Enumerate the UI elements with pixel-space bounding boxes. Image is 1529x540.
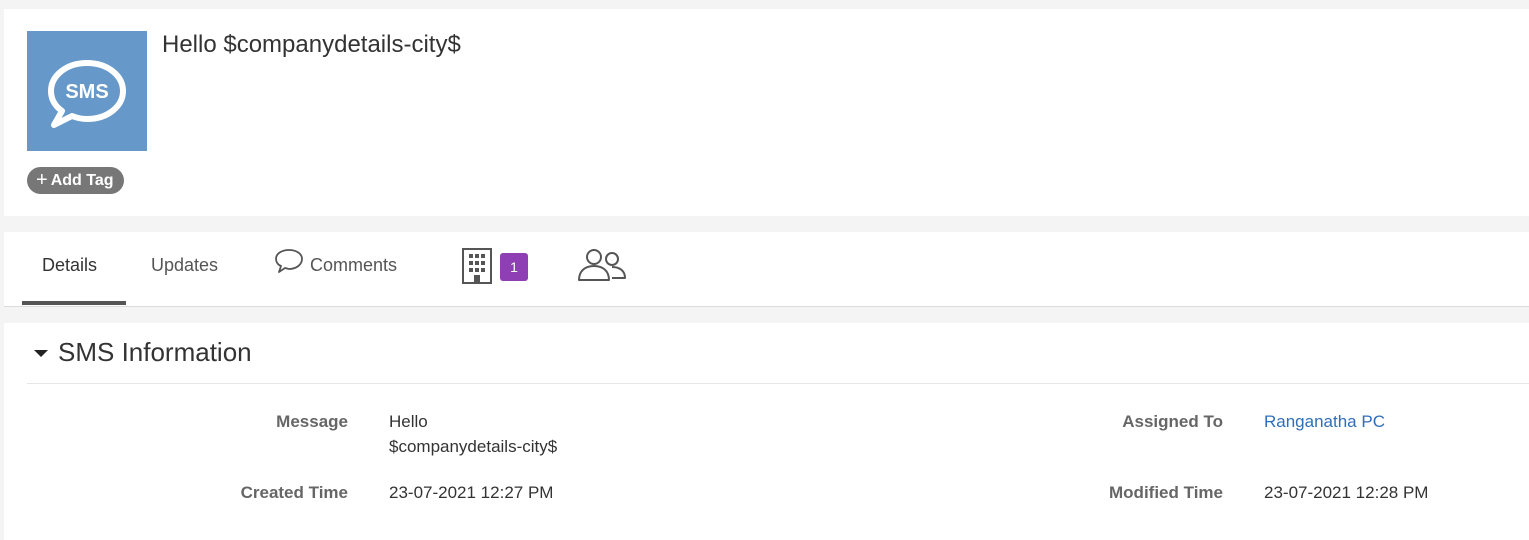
assigned-to-link[interactable]: Ranganatha PC xyxy=(1264,409,1385,434)
svg-text:SMS: SMS xyxy=(65,81,108,103)
section-header-sms-information[interactable]: SMS Information xyxy=(27,323,1529,384)
building-icon xyxy=(462,248,492,284)
comment-bubble-icon xyxy=(275,249,303,273)
field-label-assigned-to: Assigned To xyxy=(1122,412,1223,431)
field-label-message: Message xyxy=(276,412,348,431)
tab-contacts[interactable] xyxy=(576,232,628,305)
tab-updates[interactable]: Updates xyxy=(151,232,218,305)
company-count-badge: 1 xyxy=(500,253,528,281)
tab-label: Updates xyxy=(151,255,219,275)
add-tag-label: Add Tag xyxy=(50,172,114,189)
active-tab-indicator xyxy=(22,301,126,305)
caret-down-icon[interactable] xyxy=(34,350,48,357)
sms-speech-bubble-icon: SMS xyxy=(48,60,126,128)
tab-comments[interactable]: Comments xyxy=(274,232,397,305)
section-title: SMS Information xyxy=(58,337,252,367)
tab-details[interactable]: Details xyxy=(42,232,97,305)
details-panel: SMS Information Message Hello $companyde… xyxy=(4,323,1529,540)
field-value-modified-time: 23-07-2021 12:28 PM xyxy=(1264,483,1429,502)
record-header: SMS Hello $companydetails-city$ + Add Tag xyxy=(4,9,1529,216)
tab-label: Comments xyxy=(310,255,398,275)
record-title: Hello $companydetails-city$ xyxy=(162,31,461,58)
message-line: $companydetails-city$ xyxy=(389,437,558,456)
field-value-created-time: 23-07-2021 12:27 PM xyxy=(389,483,554,502)
tabs-bar: Details Updates Comments 1 xyxy=(4,232,1529,307)
field-value-message: Hello $companydetails-city$ xyxy=(389,409,557,459)
message-line: Hello xyxy=(389,412,428,431)
field-label-created-time: Created Time xyxy=(240,483,348,502)
field-label-modified-time: Modified Time xyxy=(1109,483,1223,502)
users-icon xyxy=(578,249,626,281)
sms-avatar: SMS xyxy=(27,31,147,151)
plus-icon: + xyxy=(36,169,48,191)
tab-label: Details xyxy=(42,255,98,275)
add-tag-button[interactable]: + Add Tag xyxy=(27,167,124,194)
